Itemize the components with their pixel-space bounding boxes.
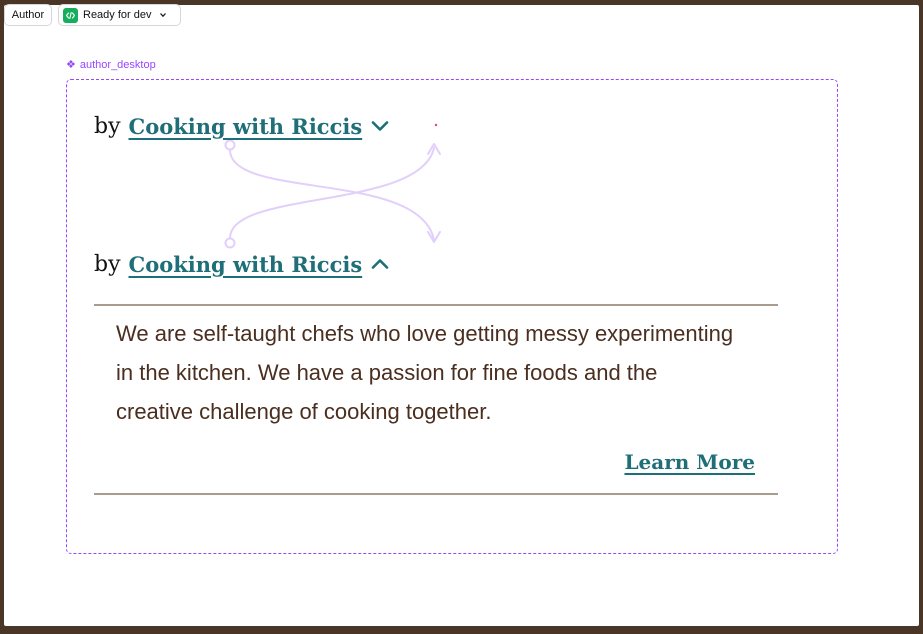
author-name-link[interactable]: Cooking with Riccis [129, 114, 363, 139]
frame-label[interactable]: ❖ author_desktop [66, 58, 156, 72]
chevron-up-icon[interactable] [370, 257, 390, 271]
component-name-label: Author [11, 9, 45, 21]
author-bio: We are self-taught chefs who love gettin… [116, 321, 734, 424]
component-icon: ❖ [66, 59, 76, 71]
dev-status-label: Ready for dev [83, 9, 152, 21]
chevron-down-icon [159, 12, 167, 18]
divider-top [94, 304, 778, 306]
frame-name: author_desktop [79, 58, 156, 71]
author-byline-collapsed: by Cooking with Riccis [94, 111, 390, 141]
dev-status-dropdown[interactable]: Ready for dev [58, 4, 181, 26]
by-text: by [94, 113, 121, 139]
by-text: by [94, 251, 121, 277]
chevron-down-icon[interactable] [370, 119, 390, 133]
learn-more-link[interactable]: Learn More [624, 450, 755, 474]
code-icon [63, 7, 78, 23]
component-name-tag[interactable]: Author [4, 4, 52, 26]
divider-bottom [94, 493, 778, 495]
author-byline-expanded: by Cooking with Riccis [94, 249, 390, 279]
author-name-link[interactable]: Cooking with Riccis [129, 252, 363, 277]
